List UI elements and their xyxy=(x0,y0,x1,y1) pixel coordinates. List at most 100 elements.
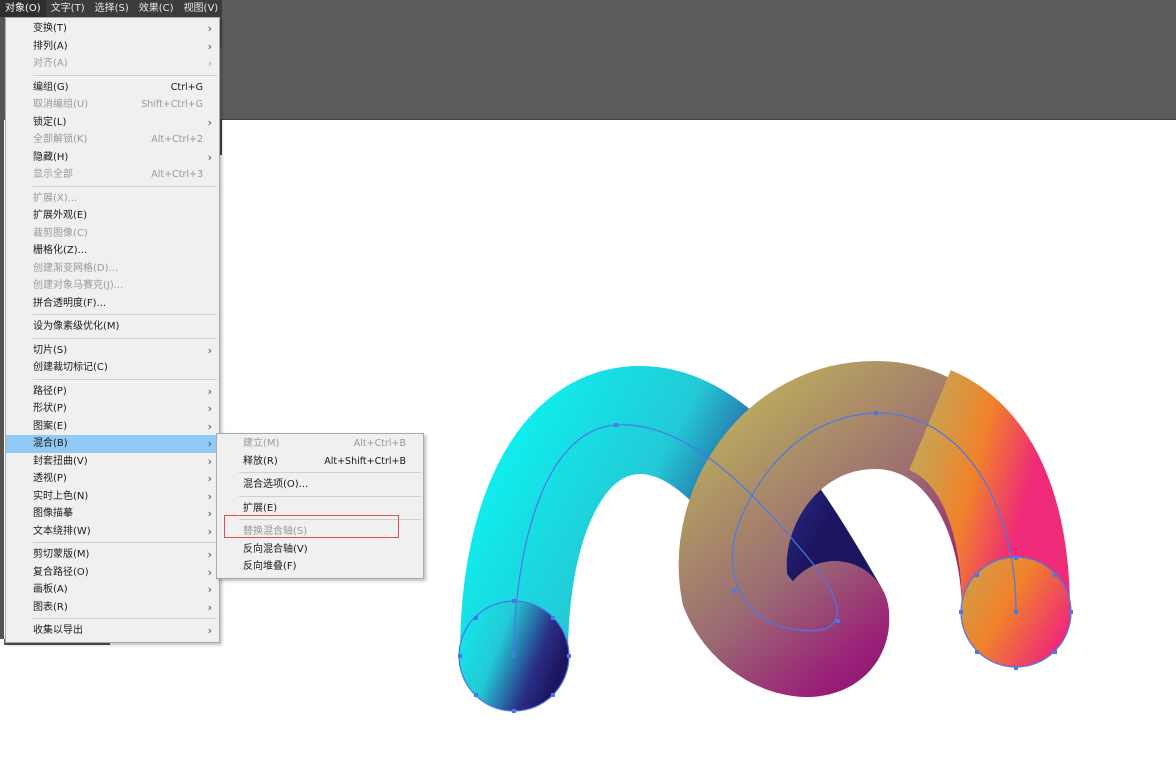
menu-item-label: 透视(P) xyxy=(33,473,67,484)
object-menu-item-36[interactable]: 画板(A) › xyxy=(6,581,219,599)
menu-item-label: 扩展(E) xyxy=(243,502,278,514)
object-menu-item-5: 取消编组(U) Shift+Ctrl+G xyxy=(6,96,219,114)
menu-item-label: 收集以导出 xyxy=(33,625,83,636)
menu-separator xyxy=(239,472,421,473)
menu-item-label: 变换(T) xyxy=(33,23,67,34)
object-menu-item-32[interactable]: 文本绕排(W) › xyxy=(6,523,219,541)
menu-item-shortcut: Shift+Ctrl+G xyxy=(141,99,203,110)
menu-item-label: 创建渐变网格(D)... xyxy=(33,262,119,274)
menu-item-label: 对齐(A) xyxy=(33,58,68,69)
object-menu-item-31[interactable]: 图像描摹 › xyxy=(6,505,219,523)
object-menu-item-26[interactable]: 图案(E) › xyxy=(6,418,219,436)
object-menu-item-8[interactable]: 隐藏(H) › xyxy=(6,149,219,167)
object-menu-item-35[interactable]: 复合路径(O) › xyxy=(6,564,219,582)
menu-separator xyxy=(33,542,217,543)
object-menu-item-22[interactable]: 创建裁切标记(C) xyxy=(6,359,219,377)
menu-item-label: 实时上色(N) xyxy=(33,490,89,502)
menu-item-label: 混合选项(O)... xyxy=(243,479,309,490)
menu-item-label: 画板(A) xyxy=(33,584,68,595)
blend-submenu-item-1[interactable]: 释放(R) Alt+Shift+Ctrl+B xyxy=(217,453,423,471)
menu-item-label: 取消编组(U) xyxy=(33,99,89,110)
menu-item-label: 形状(P) xyxy=(33,403,67,414)
menu-type[interactable]: 文字(T) xyxy=(46,0,90,17)
menu-separator xyxy=(33,74,217,76)
object-menu-item-14[interactable]: 栅格化(Z)... xyxy=(6,242,219,260)
submenu-arrow-icon: › xyxy=(207,419,212,433)
object-menu-item-12[interactable]: 扩展外观(E) xyxy=(6,207,219,225)
object-menu-item-21[interactable]: 切片(S) › xyxy=(6,342,219,360)
submenu-arrow-icon: › xyxy=(207,583,212,596)
object-menu-item-24[interactable]: 路径(P) › xyxy=(6,383,219,401)
menu-separator xyxy=(33,618,217,619)
menu-view[interactable]: 视图(V) xyxy=(179,0,224,17)
highlight-box-replace-spine xyxy=(224,515,399,538)
blend-submenu-item-9[interactable]: 反向堆叠(F) xyxy=(217,558,423,576)
submenu-arrow-icon: › xyxy=(207,22,212,35)
object-menu-item-9: 显示全部 Alt+Ctrl+3 xyxy=(6,166,219,184)
menu-item-shortcut: Alt+Shift+Ctrl+B xyxy=(324,455,406,467)
menu-item-label: 路径(P) xyxy=(33,385,67,397)
object-menu-item-0[interactable]: 变换(T) › xyxy=(6,20,219,38)
object-menu-item-7: 全部解锁(K) Alt+Ctrl+2 xyxy=(6,131,219,149)
object-menu-item-30[interactable]: 实时上色(N) › xyxy=(6,488,219,506)
menu-bar: 对象(O) 文字(T) 选择(S) 效果(C) 视图(V) xyxy=(0,0,222,17)
menu-select[interactable]: 选择(S) xyxy=(90,0,134,17)
object-menu-item-1[interactable]: 排列(A) › xyxy=(6,38,219,56)
menu-item-label: 剪切蒙版(M) xyxy=(33,549,90,560)
menu-item-label: 反向堆叠(F) xyxy=(243,561,297,572)
object-menu-item-19[interactable]: 设为像素级优化(M) xyxy=(6,318,219,336)
submenu-arrow-icon: › xyxy=(207,454,212,468)
object-menu-item-37[interactable]: 图表(R) › xyxy=(6,599,219,617)
menu-separator xyxy=(239,495,421,497)
menu-separator xyxy=(33,378,217,380)
menu-item-label: 切片(S) xyxy=(33,344,68,356)
blend-submenu-item-8[interactable]: 反向混合轴(V) xyxy=(217,541,423,559)
menu-item-label: 栅格化(Z)... xyxy=(33,245,88,256)
object-menu-item-4[interactable]: 编组(G) Ctrl+G xyxy=(6,79,219,97)
menu-item-label: 设为像素级优化(M) xyxy=(33,321,120,332)
object-menu-item-29[interactable]: 透视(P) › xyxy=(6,470,219,488)
menu-item-label: 隐藏(H) xyxy=(33,151,69,163)
menu-object[interactable]: 对象(O) xyxy=(0,0,46,17)
object-menu-item-34[interactable]: 剪切蒙版(M) › xyxy=(6,546,219,564)
object-menu-item-6[interactable]: 锁定(L) › xyxy=(6,114,219,132)
object-menu-dropdown: 变换(T) › 排列(A) › 对齐(A) › 编组(G) Ctrl+G 取消编组(U) Shif… xyxy=(5,17,220,643)
menu-item-label: 编组(G) xyxy=(33,81,69,93)
submenu-arrow-icon: › xyxy=(207,565,212,579)
object-menu-item-13: 裁剪图像(C) xyxy=(6,225,219,243)
object-menu-item-2: 对齐(A) › xyxy=(6,55,219,73)
submenu-arrow-icon: › xyxy=(207,524,212,538)
blend-submenu-item-3[interactable]: 混合选项(O)... xyxy=(217,476,423,494)
menu-item-label: 拼合透明度(F)... xyxy=(33,297,107,309)
menu-item-label: 反向混合轴(V) xyxy=(243,543,308,555)
submenu-arrow-icon: › xyxy=(207,548,212,561)
menu-item-label: 扩展(X)... xyxy=(33,192,78,204)
menu-item-label: 图像描摹 xyxy=(33,508,73,519)
object-menu-item-39[interactable]: 收集以导出 › xyxy=(6,622,219,640)
menu-item-label: 扩展外观(E) xyxy=(33,210,88,221)
submenu-arrow-icon: › xyxy=(207,472,212,485)
object-menu-item-27[interactable]: 混合(B) › xyxy=(6,435,219,453)
submenu-arrow-icon: › xyxy=(207,343,212,357)
menu-separator xyxy=(33,185,217,187)
submenu-arrow-icon: › xyxy=(207,39,212,53)
menu-item-shortcut: Alt+Ctrl+3 xyxy=(151,169,203,180)
menu-effect[interactable]: 效果(C) xyxy=(134,0,179,17)
submenu-arrow-icon: › xyxy=(207,600,212,614)
object-menu-item-25[interactable]: 形状(P) › xyxy=(6,400,219,418)
menu-item-label: 图表(R) xyxy=(33,601,68,613)
menu-item-label: 排列(A) xyxy=(33,40,68,52)
menu-item-label: 文本绕排(W) xyxy=(33,525,91,537)
submenu-arrow-icon: › xyxy=(207,402,212,415)
object-menu-item-15: 创建渐变网格(D)... xyxy=(6,260,219,278)
menu-item-label: 复合路径(O) xyxy=(33,566,89,578)
submenu-arrow-icon: › xyxy=(207,384,212,398)
submenu-arrow-icon: › xyxy=(207,507,212,520)
object-menu-item-28[interactable]: 封套扭曲(V) › xyxy=(6,453,219,471)
submenu-arrow-icon: › xyxy=(207,437,212,450)
menu-separator xyxy=(33,314,217,315)
menu-item-shortcut: Alt+Ctrl+B xyxy=(353,438,406,449)
object-menu-item-17[interactable]: 拼合透明度(F)... xyxy=(6,295,219,313)
submenu-arrow-icon: › xyxy=(207,624,212,637)
menu-item-label: 创建对象马赛克(J)... xyxy=(33,280,124,291)
